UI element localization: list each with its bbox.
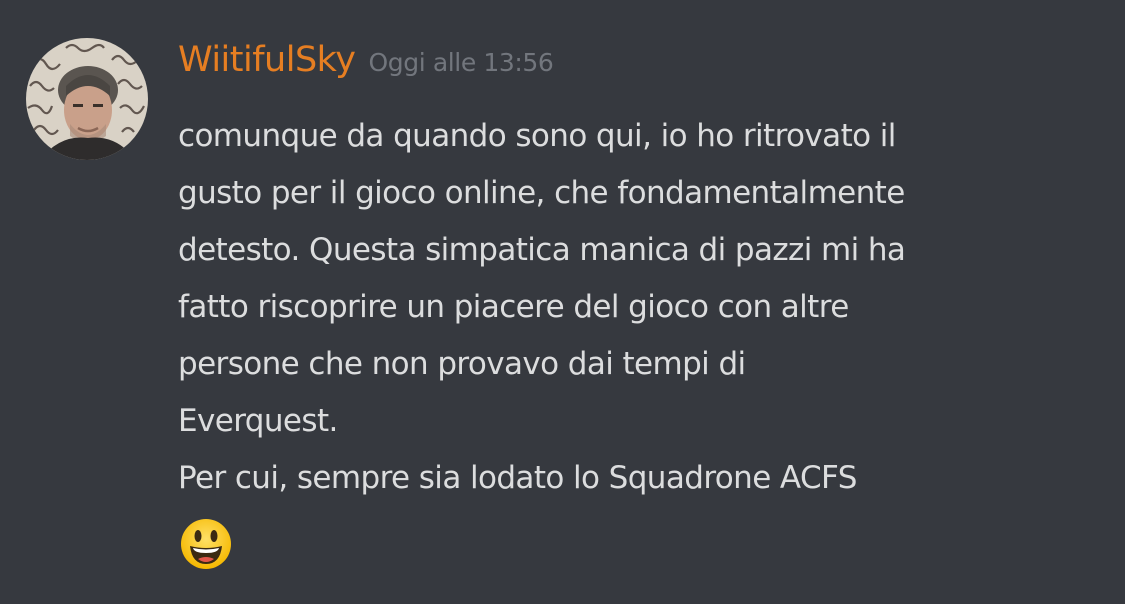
- message-line: persone che non provavo dai tempi di: [178, 346, 746, 382]
- message-line: Everquest.: [178, 403, 338, 439]
- message-content: comunque da quando sono qui, io ho ritro…: [178, 108, 1108, 507]
- avatar-image: [26, 38, 148, 160]
- timestamp: Oggi alle 13:56: [368, 48, 554, 77]
- message-line: gusto per il gioco online, che fondament…: [178, 175, 905, 211]
- smiley-emoji[interactable]: [180, 518, 232, 570]
- username[interactable]: WiitifulSky: [178, 40, 356, 80]
- message-line: Per cui, sempre sia lodato lo Squadrone …: [178, 460, 857, 496]
- message-line: detesto. Questa simpatica manica di pazz…: [178, 232, 906, 268]
- message-line: fatto riscoprire un piacere del gioco co…: [178, 289, 849, 325]
- chat-message: WiitifulSky Oggi alle 13:56 comunque da …: [0, 0, 1125, 604]
- avatar[interactable]: [26, 38, 148, 160]
- message-header: WiitifulSky Oggi alle 13:56: [178, 40, 554, 96]
- message-line: comunque da quando sono qui, io ho ritro…: [178, 118, 896, 154]
